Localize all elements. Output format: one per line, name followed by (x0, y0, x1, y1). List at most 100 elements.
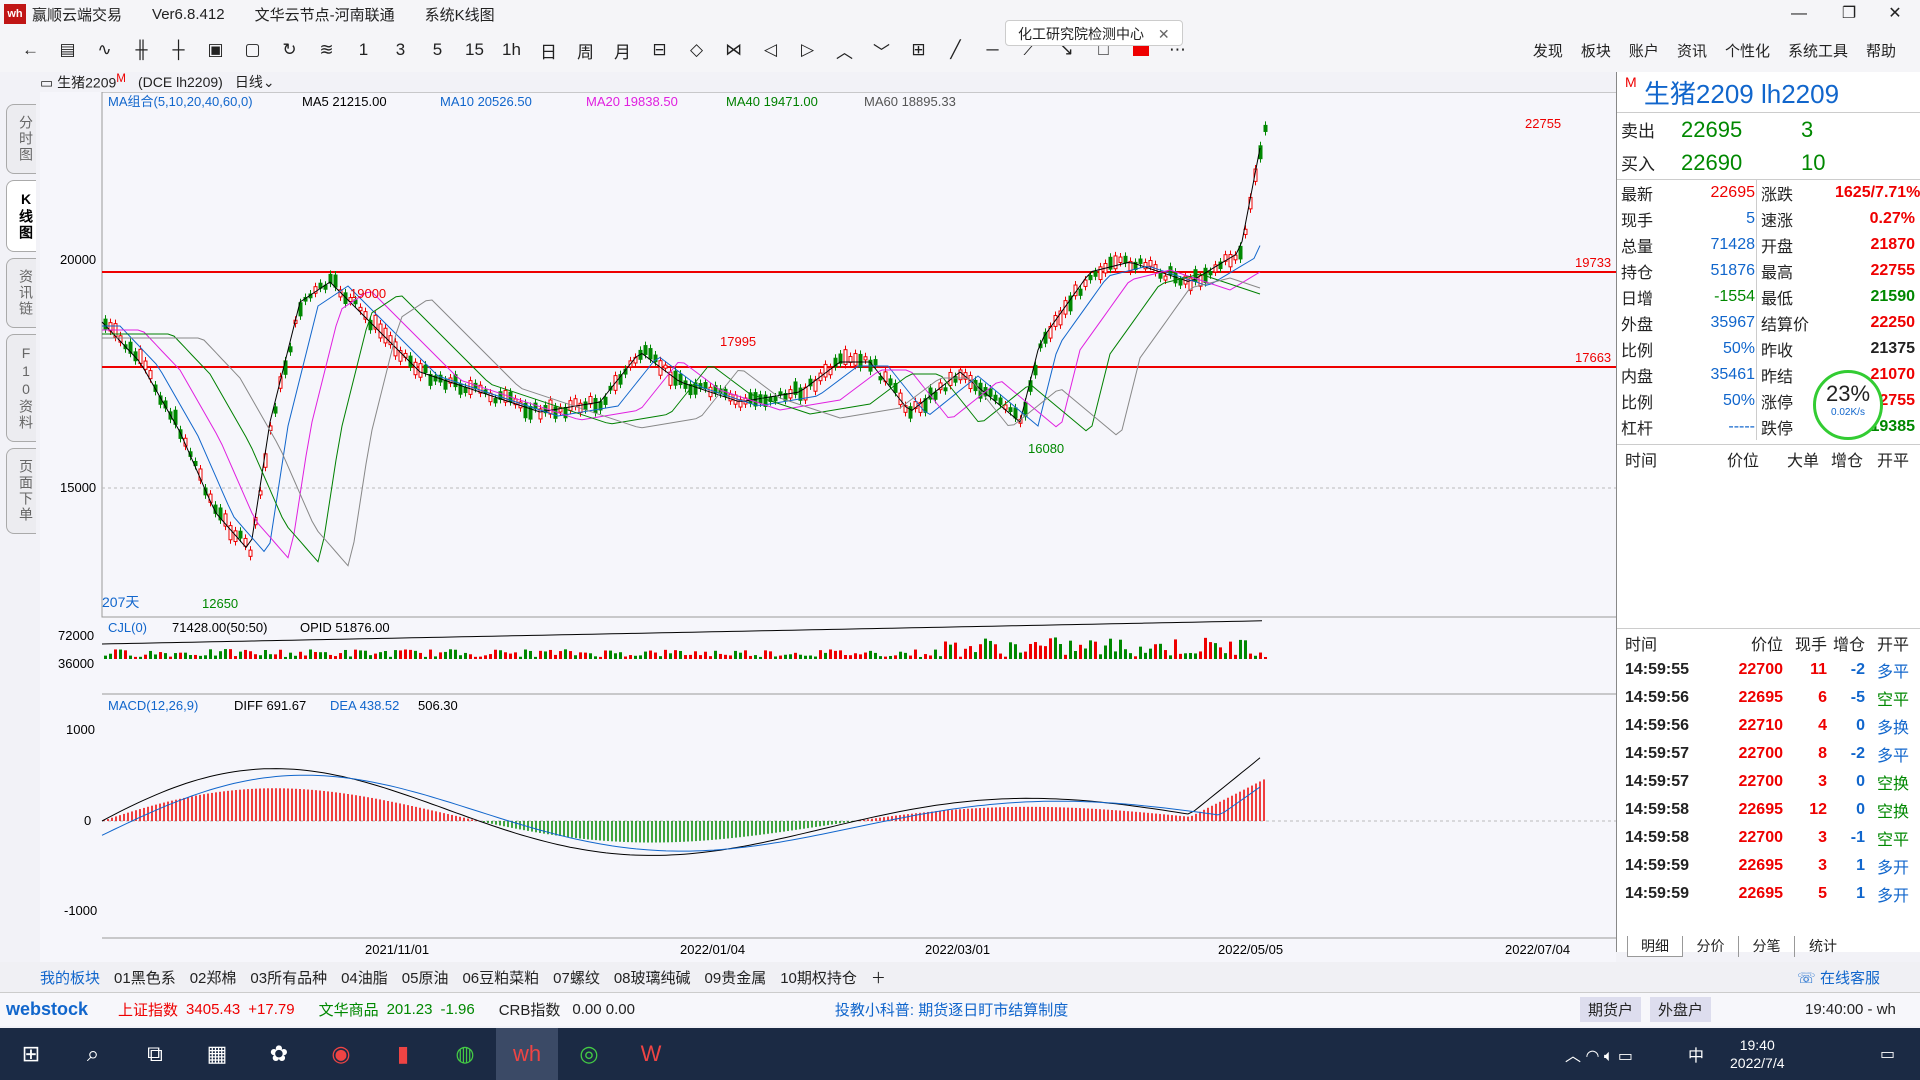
chrome-icon[interactable]: ◉ (310, 1028, 372, 1080)
volume-bar (449, 649, 452, 659)
maximize-icon[interactable]: ❐ (1826, 0, 1872, 28)
volume-bar (1069, 640, 1072, 659)
menu-account[interactable]: 账户 (1629, 40, 1659, 61)
tab-f10[interactable]: F10资料 (6, 334, 36, 442)
online-service[interactable]: ☏ 在线客服 (1797, 967, 1880, 988)
period-3[interactable]: 3 (382, 35, 419, 65)
draw-line-icon[interactable]: ╱ (937, 35, 974, 65)
volume-bar (189, 655, 192, 659)
up-icon[interactable]: ︿ (826, 35, 863, 65)
volume-bar (1064, 654, 1067, 659)
indicator-icon[interactable]: ≋ (308, 35, 345, 65)
refresh-icon[interactable]: ↻ (271, 35, 308, 65)
period-month[interactable]: 月 (604, 35, 641, 65)
vol-label[interactable]: CJL(0) (108, 620, 147, 635)
tab-my-board[interactable]: 我的板块 (40, 967, 100, 988)
period-week[interactable]: 周 (567, 35, 604, 65)
windows-icon[interactable]: ⊞ (0, 1028, 62, 1080)
ma-label[interactable]: MA组合(5,10,20,40,60,0) (108, 94, 253, 109)
menu-news[interactable]: 资讯 (1677, 40, 1707, 61)
right-icon[interactable]: ▷ (789, 35, 826, 65)
custom-icon[interactable]: ⊟ (641, 35, 678, 65)
notification-icon[interactable]: ▭ (1880, 1044, 1895, 1064)
tab-board-9[interactable]: 09贵金属 (705, 967, 767, 988)
tab-board-2[interactable]: 02郑棉 (190, 967, 237, 988)
left-icon[interactable]: ◁ (752, 35, 789, 65)
volume-bar (719, 653, 722, 659)
line-chart-icon[interactable]: ∿ (86, 35, 123, 65)
image-icon[interactable]: ▣ (197, 35, 234, 65)
down-icon[interactable]: ﹀ (863, 35, 900, 65)
menu-discover[interactable]: 发现 (1533, 40, 1563, 61)
app-icon-2[interactable]: ✿ (248, 1028, 310, 1080)
minimize-icon[interactable]: — (1776, 0, 1822, 28)
tab-detail[interactable]: 明细 (1627, 936, 1683, 957)
speed-gauge[interactable]: 23% 0.02K/s (1813, 370, 1883, 440)
tab-board-10[interactable]: 10期权持仓 (780, 967, 857, 988)
menu-tools[interactable]: 系统工具 (1788, 40, 1848, 61)
volume-bar (1034, 642, 1037, 659)
edu-tip[interactable]: 投教小科普: 期货逐日盯市结算制度 (835, 999, 1068, 1020)
app-icon-3[interactable]: ▮ (372, 1028, 434, 1080)
crb-label[interactable]: CRB指数 (499, 999, 561, 1020)
tray-icons[interactable]: ︿ ◠ 🔈︎ ▭ (1565, 1042, 1633, 1066)
menu-help[interactable]: 帮助 (1866, 40, 1896, 61)
futures-account-button[interactable]: 期货户 (1580, 997, 1642, 1022)
tab-kline[interactable]: K线图 (6, 180, 36, 252)
wenhua-icon[interactable]: wh (496, 1028, 558, 1080)
tab-board-3[interactable]: 03所有品种 (250, 967, 327, 988)
period-15[interactable]: 15 (456, 35, 493, 65)
tab-stats[interactable]: 统计 (1795, 936, 1851, 957)
volume-bar (899, 651, 902, 659)
tab-price[interactable]: 分价 (1683, 936, 1739, 957)
period-select[interactable]: 日线⌄ (235, 72, 275, 92)
search-icon[interactable]: ⌕ (62, 1028, 124, 1080)
volume-bar (1129, 653, 1132, 659)
foreign-account-button[interactable]: 外盘户 (1650, 997, 1712, 1022)
tab-order[interactable]: 页面下单 (6, 448, 36, 534)
tab-tick[interactable]: 分笔 (1739, 936, 1795, 957)
menu-personal[interactable]: 个性化 (1725, 40, 1770, 61)
zoom-in-icon[interactable]: ◇ (678, 35, 715, 65)
close-icon[interactable]: ✕ (1872, 0, 1918, 28)
period-day[interactable]: 日 (530, 35, 567, 65)
candle-body (423, 364, 428, 374)
symbol-name[interactable]: ▭ 生猪2209M (40, 72, 126, 93)
tab-news[interactable]: 资讯链 (6, 258, 36, 328)
app-name: 赢顺云端交易 (32, 6, 123, 24)
candle-icon[interactable]: ┼ (160, 35, 197, 65)
tab-board-4[interactable]: 04油脂 (341, 967, 388, 988)
wechat-icon[interactable]: ◎ (558, 1028, 620, 1080)
sh-index-label[interactable]: 上证指数 (118, 999, 178, 1020)
macd-label[interactable]: MACD(12,26,9) (108, 698, 198, 713)
save-icon[interactable]: ▢ (234, 35, 271, 65)
period-1[interactable]: 1 (345, 35, 382, 65)
menu-sector[interactable]: 板块 (1581, 40, 1611, 61)
tab-board-5[interactable]: 05原油 (402, 967, 449, 988)
ma60-value: MA60 18895.33 (864, 94, 956, 109)
period-5[interactable]: 5 (419, 35, 456, 65)
table-icon[interactable]: ▤ (49, 35, 86, 65)
app-icon-1[interactable]: ▦ (186, 1028, 248, 1080)
zoom-out-icon[interactable]: ⋈ (715, 35, 752, 65)
layout-icon[interactable]: ⊞ (900, 35, 937, 65)
bid-row[interactable]: 买入 22690 10 (1617, 146, 1920, 180)
notice-popup[interactable]: 化工研究院检测中心 ✕ (1005, 20, 1183, 46)
wps-icon[interactable]: W (620, 1028, 682, 1080)
tab-board-1[interactable]: 01黑色系 (114, 967, 176, 988)
clock[interactable]: 19:40 2022/7/4 (1730, 1036, 1785, 1072)
wh-index-label[interactable]: 文华商品 (319, 999, 379, 1020)
ime-indicator[interactable]: 中 (1688, 1042, 1704, 1066)
kline-chart[interactable]: MA组合(5,10,20,40,60,0) MA5 21215.00 MA10 … (40, 92, 1616, 962)
app-icon-4[interactable]: ◍ (434, 1028, 496, 1080)
bar-icon[interactable]: ╫ (123, 35, 160, 65)
back-icon[interactable]: ← (12, 35, 49, 65)
add-tab-icon[interactable]: ＋ (871, 967, 886, 988)
tab-board-6[interactable]: 06豆粕菜粕 (462, 967, 539, 988)
taskview-icon[interactable]: ⧉ (124, 1028, 186, 1080)
tab-board-7[interactable]: 07螺纹 (553, 967, 600, 988)
ask-row[interactable]: 卖出 22695 3 (1617, 112, 1920, 146)
tab-board-8[interactable]: 08玻璃纯碱 (614, 967, 691, 988)
tab-timeshare[interactable]: 分时图 (6, 104, 36, 174)
period-1h[interactable]: 1h (493, 35, 530, 65)
